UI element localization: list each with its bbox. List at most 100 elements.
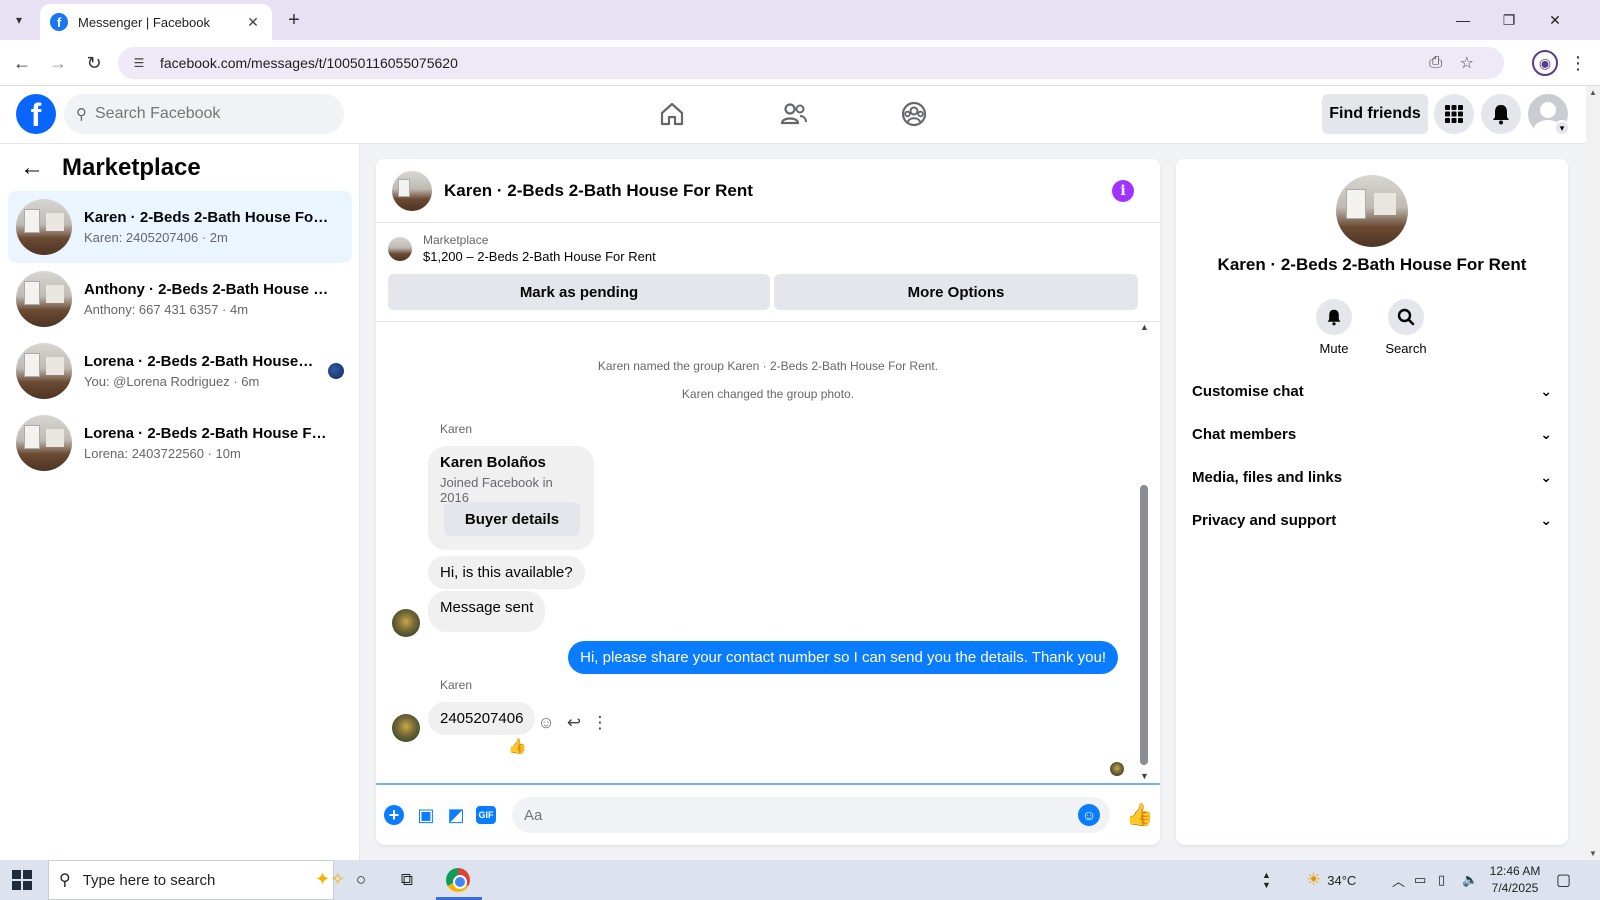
meet-now-icon[interactable]: ▯ <box>1438 860 1445 900</box>
conversation-item[interactable]: Karen · 2-Beds 2-Bath House For Rent Kar… <box>8 191 352 263</box>
address-bar[interactable]: ☰ facebook.com/messages/t/10050116055075… <box>118 47 1504 79</box>
customise-chat-section[interactable]: Customise chat ⌄ <box>1192 373 1552 409</box>
mute-action[interactable]: Mute <box>1304 299 1364 356</box>
menu-grid-icon[interactable] <box>1434 94 1474 134</box>
plus-icon[interactable]: + <box>384 805 404 825</box>
copilot-sparkle-icon: ✦✧ <box>315 869 346 889</box>
message-input[interactable] <box>524 806 1064 824</box>
media-files-links-section[interactable]: Media, files and links ⌄ <box>1192 459 1552 495</box>
conversation-item[interactable]: Anthony · 2-Beds 2-Bath House For Rent A… <box>8 263 352 335</box>
listing-thumbnail <box>16 271 72 327</box>
system-message: Karen named the group Karen · 2-Beds 2-B… <box>597 359 939 373</box>
chat-avatar[interactable] <box>392 170 432 211</box>
conversation-item[interactable]: Lorena · 2-Beds 2-Bath House For Rent Yo… <box>8 335 352 407</box>
chrome-taskbar-icon[interactable] <box>446 868 470 892</box>
tab-close-icon[interactable]: ✕ <box>244 14 262 31</box>
chat-scrollbar[interactable] <box>1140 485 1148 765</box>
chat-title[interactable]: Karen · 2-Beds 2-Bath House For Rent <box>444 181 753 201</box>
chevron-down-icon: ⌄ <box>1540 511 1552 528</box>
minimize-icon[interactable]: — <box>1440 6 1486 34</box>
weather-temp: 34°C <box>1327 872 1357 888</box>
mark-as-pending-button[interactable]: Mark as pending <box>388 274 770 310</box>
thumbs-up-send-icon[interactable]: 👍 <box>1126 802 1153 828</box>
windows-taskbar: ⚲ Type here to search ✦✧ ○ ⧉ ▲ ▼ ☀ 34°C ︿… <box>0 860 1600 900</box>
task-view-icon[interactable]: ⧉ <box>394 868 420 892</box>
install-app-icon[interactable]: ⎙ <box>1429 47 1442 79</box>
conversation-preview: You: @Lorena Rodriguez · 6m <box>84 374 260 389</box>
scroll-down-arrow-icon[interactable]: ▼ <box>1589 849 1597 858</box>
page-scrollbar[interactable]: ▲ ▼ <box>1586 86 1600 860</box>
incoming-message[interactable]: Message sent <box>428 591 546 632</box>
scroll-up-arrow-icon[interactable]: ▲ <box>1589 88 1597 97</box>
browser-tab[interactable]: f Messenger | Facebook ✕ <box>40 4 272 40</box>
conversation-item[interactable]: Lorena · 2-Beds 2-Bath House For Rent Lo… <box>8 407 352 479</box>
clock-time: 12:46 AM <box>1489 864 1541 878</box>
notification-center-icon[interactable]: ▢ <box>1556 860 1571 900</box>
find-friends-button[interactable]: Find friends <box>1322 94 1428 134</box>
react-emoji-icon[interactable]: ☺ <box>534 711 558 735</box>
more-actions-icon[interactable]: ⋮ <box>588 711 612 735</box>
conversation-photo[interactable] <box>1336 175 1408 247</box>
listing-thumbnail <box>16 415 72 471</box>
buyer-joined: Joined Facebook in 2016 <box>440 475 553 505</box>
sender-avatar[interactable] <box>392 714 420 742</box>
window-close-icon[interactable]: ✕ <box>1532 6 1578 34</box>
restore-icon[interactable]: ❐ <box>1486 6 1532 34</box>
bookmark-star-icon[interactable]: ☆ <box>1460 47 1474 79</box>
back-arrow-icon[interactable]: ← <box>20 154 44 182</box>
info-icon[interactable]: i <box>1112 180 1134 202</box>
gif-icon[interactable]: GIF <box>476 806 496 824</box>
weather-widget[interactable]: ☀ 34°C <box>1306 860 1356 900</box>
back-icon[interactable]: ← <box>8 49 36 77</box>
thumbs-up-reaction[interactable]: 👍 <box>508 737 527 755</box>
buyer-details-button[interactable]: Buyer details <box>444 502 580 536</box>
tab-list-chevron-icon[interactable]: ▾ <box>6 8 32 32</box>
outgoing-message[interactable]: Hi, please share your contact number so … <box>568 641 1118 674</box>
message-input-wrap[interactable]: ☺ <box>512 797 1110 833</box>
volume-icon[interactable]: 🔈 <box>1462 860 1478 900</box>
new-tab-plus-icon[interactable]: + <box>282 8 306 32</box>
home-icon[interactable] <box>656 98 688 130</box>
system-clock[interactable]: 12:46 AM 7/4/2025 <box>1486 863 1544 897</box>
privacy-support-section[interactable]: Privacy and support ⌄ <box>1192 502 1552 538</box>
site-info-icon[interactable]: ☰ <box>130 54 148 72</box>
reply-icon[interactable]: ↩ <box>562 711 586 735</box>
conversation-info-panel: Karen · 2-Beds 2-Bath House For Rent Mut… <box>1176 159 1568 845</box>
search-action[interactable]: Search <box>1376 299 1436 356</box>
marketplace-label: Marketplace <box>423 233 489 247</box>
cortana-circle-icon[interactable]: ○ <box>348 868 374 892</box>
more-options-button[interactable]: More Options <box>774 274 1138 310</box>
marketplace-listing-bar[interactable]: Marketplace $1,200 – 2-Beds 2-Bath House… <box>388 233 656 264</box>
facebook-search[interactable]: ⚲ <box>64 94 344 134</box>
incoming-message[interactable]: Hi, is this available? <box>428 556 585 589</box>
attach-photo-icon[interactable]: ▣ <box>414 803 438 827</box>
network-icon[interactable]: ▭ <box>1414 860 1426 900</box>
show-hidden-icons-chevron-icon[interactable]: ︿ <box>1392 860 1405 900</box>
browser-menu-icon[interactable]: ⋮ <box>1568 50 1588 76</box>
sender-avatar[interactable] <box>392 609 420 637</box>
incoming-message[interactable]: 2405207406 <box>428 702 536 735</box>
facebook-search-input[interactable] <box>95 105 315 123</box>
forward-icon[interactable]: → <box>44 49 72 77</box>
sticker-icon[interactable]: ◩ <box>444 803 468 827</box>
taskbar-search[interactable]: ⚲ Type here to search ✦✧ <box>48 860 345 900</box>
notifications-bell-icon[interactable] <box>1481 94 1521 134</box>
browser-profile-icon[interactable]: ◉ <box>1532 50 1558 76</box>
groups-icon[interactable] <box>898 98 930 130</box>
account-chevron-icon[interactable]: ▾ <box>1554 120 1570 136</box>
scroll-up-arrow-icon[interactable]: ▲ <box>1140 322 1149 332</box>
chat-header: Karen · 2-Beds 2-Bath House For Rent i <box>376 159 1160 223</box>
chat-members-section[interactable]: Chat members ⌄ <box>1192 416 1552 452</box>
tray-overflow-arrows-icon[interactable]: ▲ ▼ <box>1262 860 1271 900</box>
bell-icon[interactable] <box>1316 299 1352 335</box>
friends-icon[interactable] <box>778 98 810 130</box>
windows-start-icon[interactable] <box>12 870 32 890</box>
conversation-name: Lorena · 2-Beds 2-Bath House For Rent <box>84 353 314 370</box>
search-icon[interactable] <box>1388 299 1424 335</box>
emoji-icon[interactable]: ☺ <box>1078 804 1100 826</box>
facebook-logo-icon[interactable]: f <box>16 94 56 134</box>
scroll-down-arrow-icon[interactable]: ▼ <box>1140 771 1149 781</box>
conversation-info-title: Karen · 2-Beds 2-Bath House For Rent <box>1217 255 1527 274</box>
url-text[interactable]: facebook.com/messages/t/1005011605507562… <box>160 55 458 71</box>
reload-icon[interactable]: ↻ <box>80 49 108 77</box>
